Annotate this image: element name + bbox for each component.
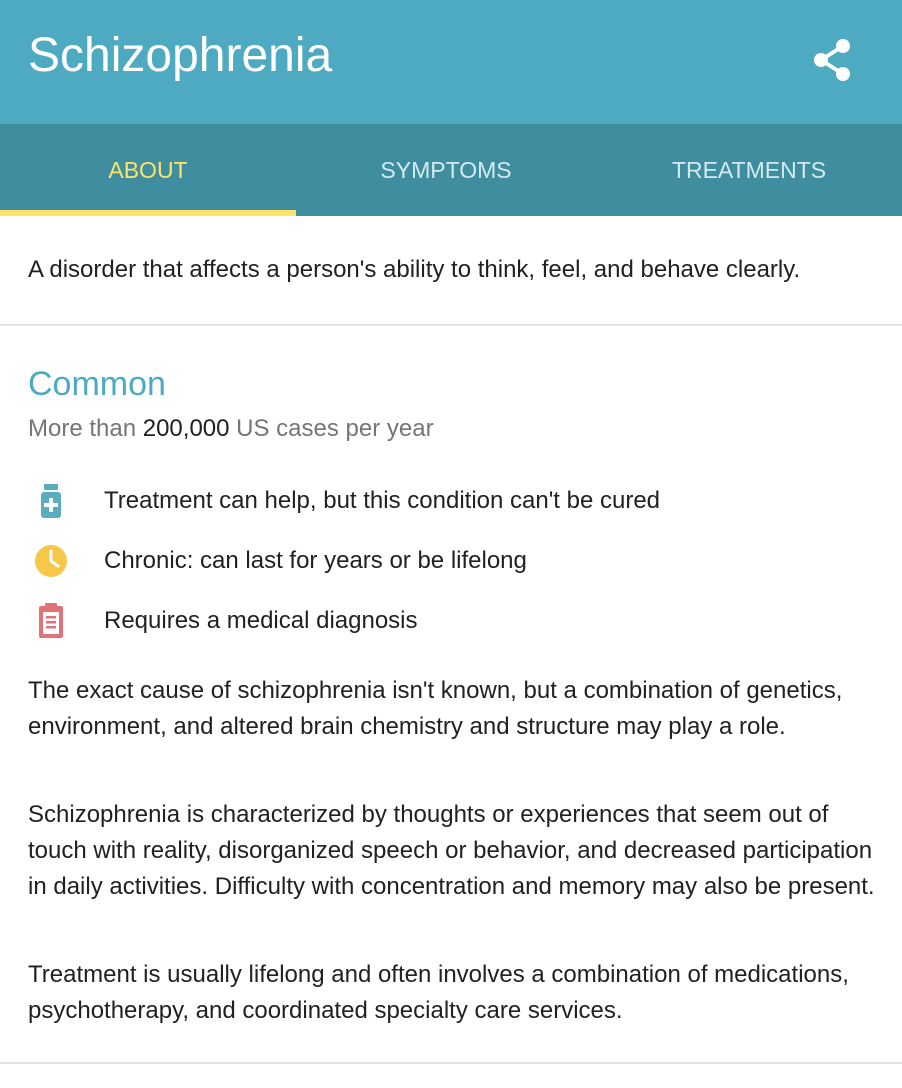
prevalence-suffix: US cases per year	[236, 415, 434, 442]
tab-bar: ABOUT SYMPTOMS TREATMENTS	[0, 124, 902, 216]
prevalence-count: 200,000	[142, 415, 230, 442]
tab-treatments[interactable]: TREATMENTS	[596, 124, 902, 216]
clipboard-icon	[39, 603, 63, 638]
active-tab-indicator	[0, 210, 296, 216]
section-divider	[0, 324, 902, 326]
section-divider	[0, 1062, 902, 1064]
fact-item-chronic: Chronic: can last for years or be lifelo…	[28, 541, 888, 581]
prevalence-stat: More than 200,000 US cases per year	[28, 412, 434, 446]
condition-summary: A disorder that affects a person's abili…	[28, 256, 801, 283]
clock-icon	[35, 545, 67, 577]
fact-text: Chronic: can last for years or be lifelo…	[104, 547, 527, 574]
tab-symptoms[interactable]: SYMPTOMS	[296, 124, 596, 216]
description-paragraph: Schizophrenia is characterized by though…	[28, 801, 875, 900]
description-paragraph: Treatment is usually lifelong and often …	[28, 961, 849, 1024]
prevalence-prefix: More than	[28, 415, 137, 442]
description-paragraph: The exact cause of schizophrenia isn't k…	[28, 677, 843, 740]
app-header: Schizophrenia	[0, 0, 902, 124]
medicine-bottle-icon	[41, 484, 61, 518]
fact-text: Treatment can help, but this condition c…	[104, 487, 661, 514]
fact-text: Requires a medical diagnosis	[104, 607, 418, 634]
page-title: Schizophrenia	[28, 29, 333, 82]
fact-item-treatment: Treatment can help, but this condition c…	[28, 481, 888, 521]
fact-item-diagnosis: Requires a medical diagnosis	[28, 601, 888, 641]
share-icon[interactable]	[808, 36, 856, 84]
tab-about[interactable]: ABOUT	[0, 124, 296, 216]
prevalence-heading: Common	[28, 365, 166, 403]
